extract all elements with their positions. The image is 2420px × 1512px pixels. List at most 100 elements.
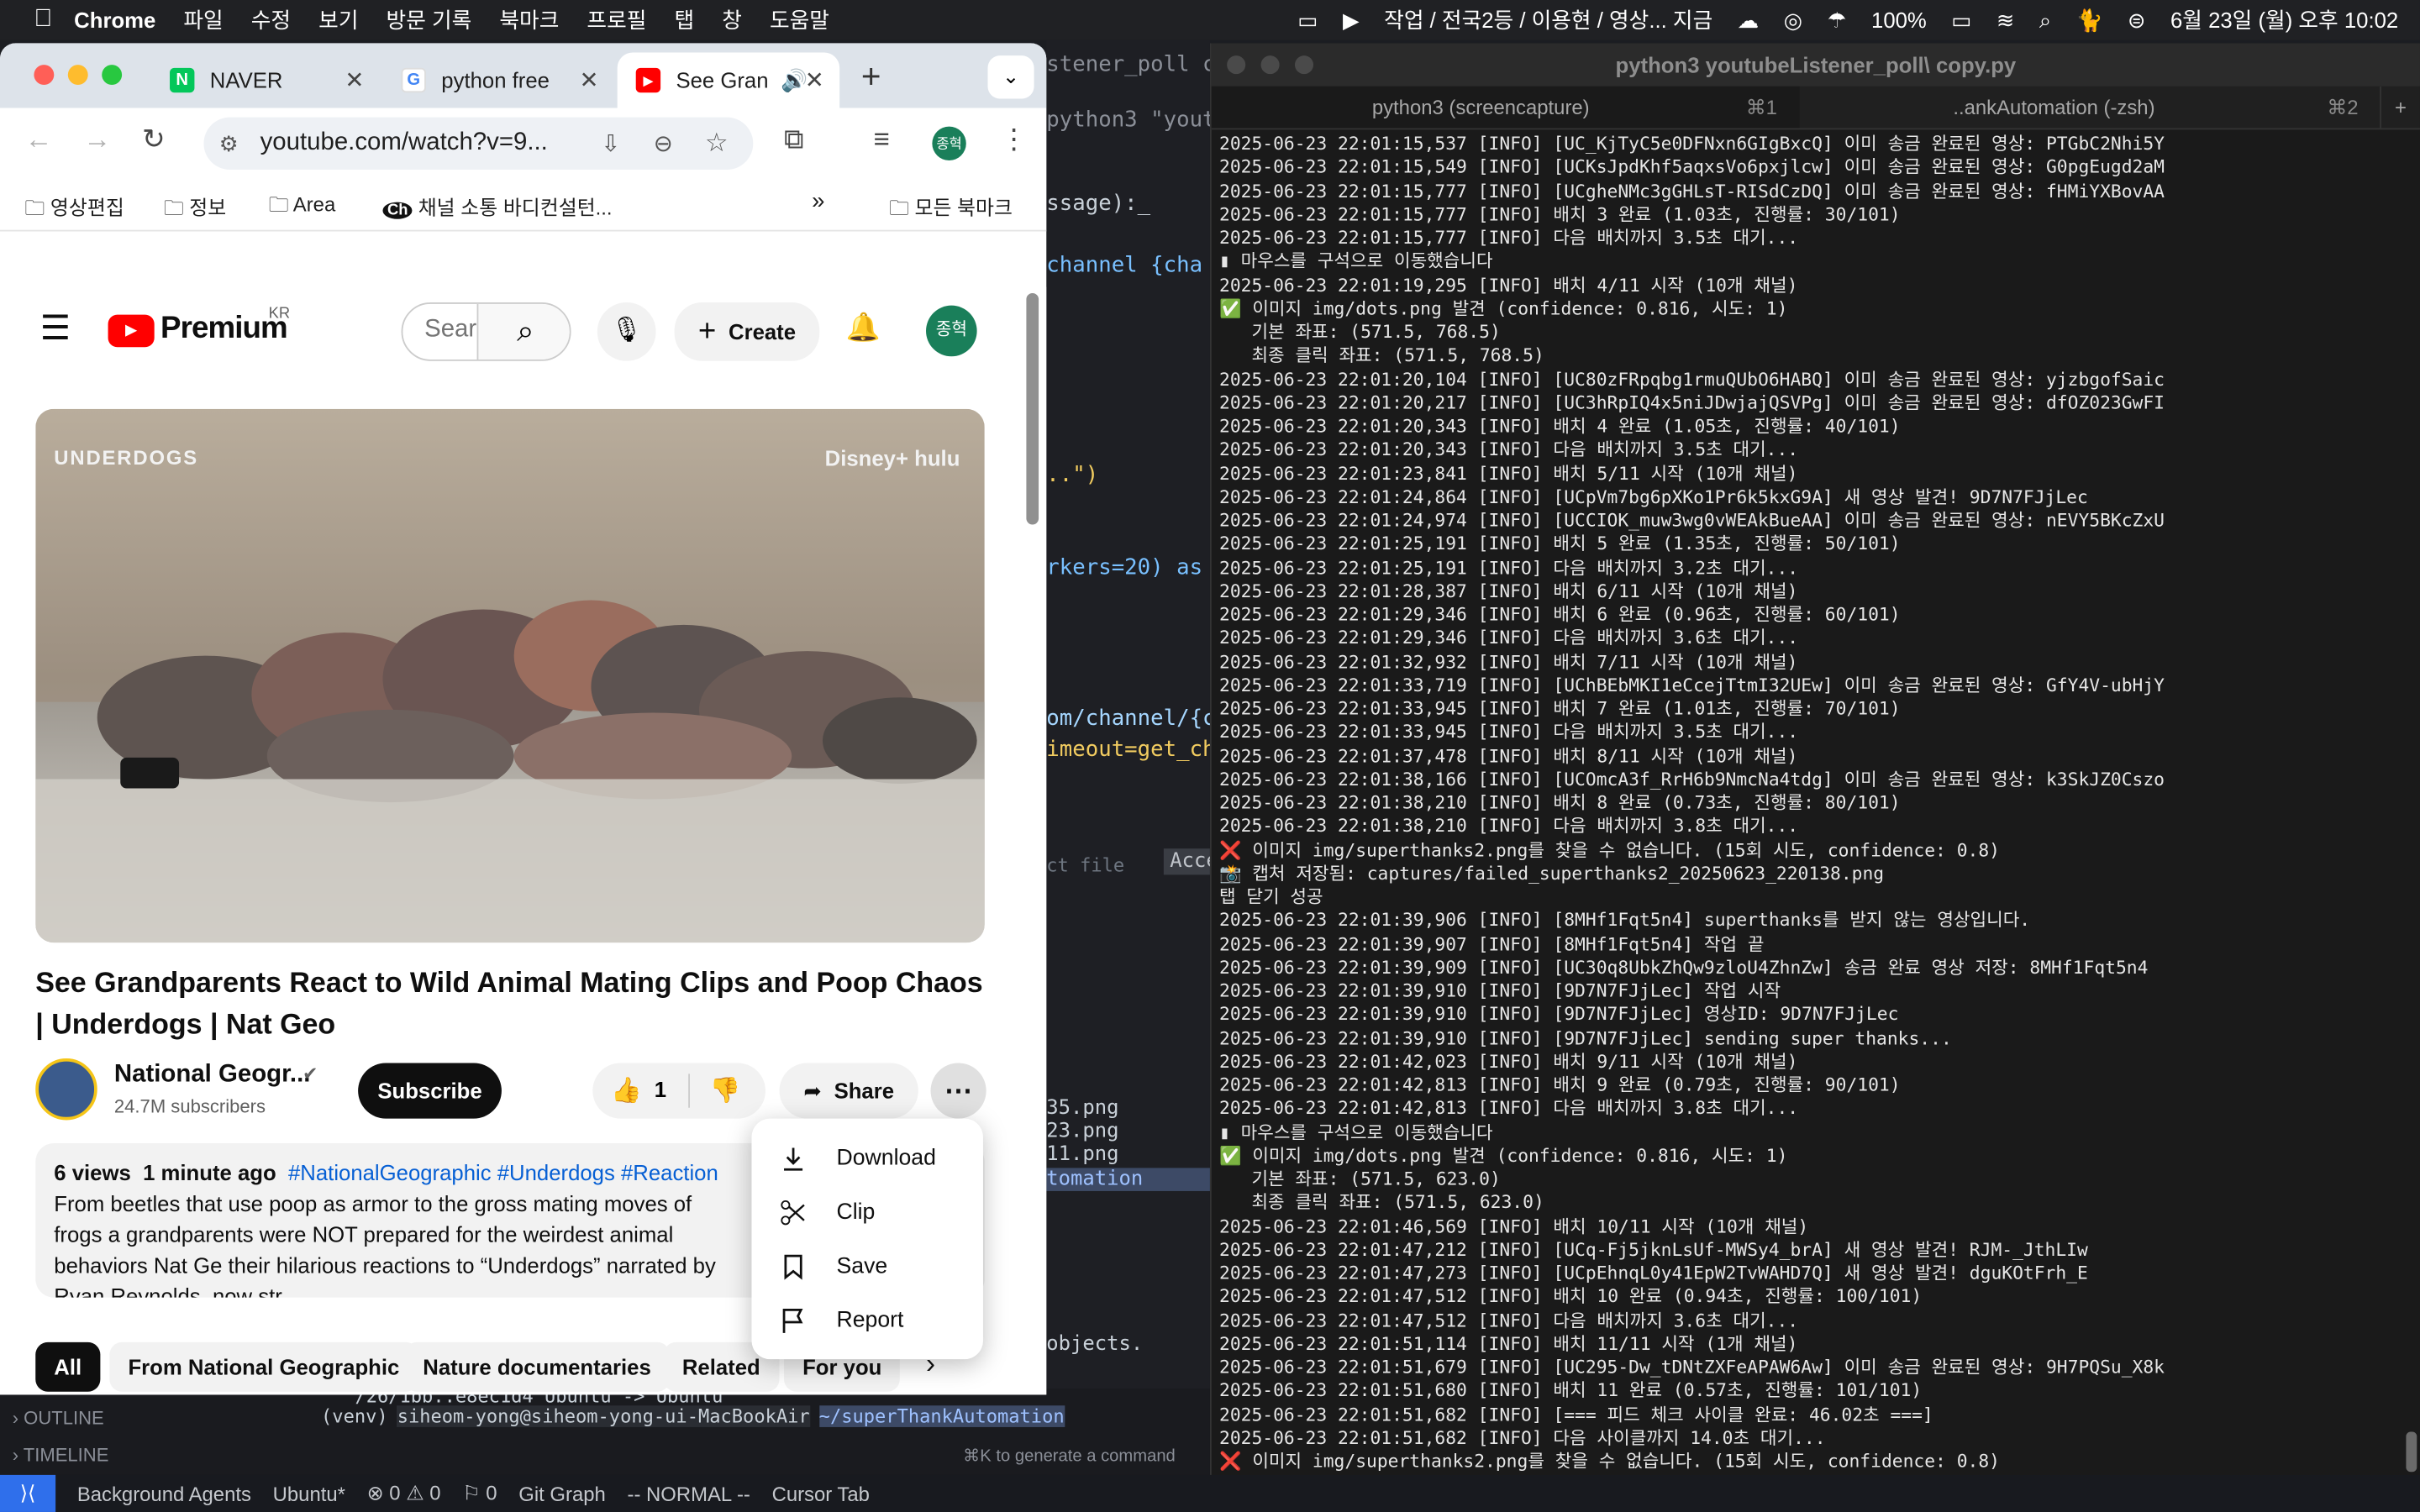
close-icon[interactable] xyxy=(1227,55,1246,75)
like-icon[interactable]: 👍 xyxy=(611,1075,642,1106)
airdrop-icon[interactable]: ◎ xyxy=(1784,7,1802,33)
close-tab-icon[interactable]: ✕ xyxy=(580,66,599,94)
status-background-agents[interactable]: Background Agents xyxy=(77,1482,251,1505)
bookmark-folder-all[interactable]: 🗀 모든 북마크 xyxy=(889,192,1013,228)
user-avatar[interactable]: 종혁 xyxy=(926,305,977,357)
video-player[interactable]: UNDERDOGS Disney+ hulu xyxy=(35,408,985,943)
hamburger-menu-icon[interactable]: ☰ xyxy=(40,308,71,349)
subscribe-button[interactable]: Subscribe xyxy=(358,1063,502,1119)
menu-history[interactable]: 방문 기록 xyxy=(387,5,472,36)
close-tab-icon[interactable]: ✕ xyxy=(805,66,824,94)
menu-edit[interactable]: 수정 xyxy=(251,5,291,36)
speaker-icon[interactable]: 🔊 xyxy=(781,67,808,93)
new-tab-icon[interactable]: + xyxy=(2380,86,2420,129)
profile-avatar[interactable]: 종혁 xyxy=(932,126,966,161)
menu-app[interactable]: Chrome xyxy=(74,8,155,32)
menu-item-clip[interactable]: Clip xyxy=(751,1185,983,1239)
tab-search-icon[interactable]: ⌄ xyxy=(987,55,1034,99)
menu-bookmarks[interactable]: 북마크 xyxy=(499,5,559,36)
menu-item-report[interactable]: Report xyxy=(751,1293,983,1347)
bookmark-star-icon[interactable]: ☆ xyxy=(705,128,729,159)
bookmark-folder[interactable]: 🗀 정보 xyxy=(164,192,226,228)
channel-name[interactable]: National Geogr... xyxy=(114,1062,311,1089)
menu-view[interactable]: 보기 xyxy=(318,5,358,36)
terminal-tab-2[interactable]: ..ankAutomation (-zsh) ⌘2 xyxy=(1799,87,2381,129)
chip-all[interactable]: All xyxy=(35,1341,101,1392)
menu-item-download[interactable]: Download xyxy=(751,1131,983,1184)
search-icon[interactable]: ⌕ xyxy=(2039,7,2051,33)
outline-section[interactable]: › OUTLINE xyxy=(13,1407,104,1429)
extensions-icon[interactable]: ⧉ xyxy=(784,123,804,156)
close-tab-icon[interactable]: ✕ xyxy=(345,66,364,94)
youtube-logo-icon[interactable]: ▶ xyxy=(108,314,155,348)
status-problems[interactable]: ⊗ 0 ⚠ 0 xyxy=(367,1481,441,1505)
menu-tab[interactable]: 탭 xyxy=(674,5,694,36)
play-icon[interactable]: ▶ xyxy=(1343,7,1360,33)
menu-help[interactable]: 도움말 xyxy=(770,5,829,36)
cloud-icon[interactable]: ☁ xyxy=(1738,7,1760,33)
menu-profile[interactable]: 프로필 xyxy=(587,5,646,36)
more-actions-icon[interactable]: ⋯ xyxy=(930,1063,986,1119)
search-icon[interactable]: ⌕ xyxy=(476,303,570,360)
menu-item-save[interactable]: Save xyxy=(751,1239,983,1293)
accept-button[interactable]: Acce xyxy=(1163,848,1210,875)
now-playing[interactable]: 작업 / 전국2등 / 이용현 / 영상... 지금 xyxy=(1384,5,1712,36)
terminal-line: 2025-06-23 22:01:38,210 [INFO] 다음 배치까지 3… xyxy=(1218,815,1799,837)
chip-channel[interactable]: From National Geographic xyxy=(109,1341,418,1392)
chip-nature[interactable]: Nature documentaries xyxy=(404,1341,670,1392)
minimize-icon[interactable] xyxy=(67,65,88,86)
minimize-icon[interactable] xyxy=(1260,55,1280,75)
timeline-section[interactable]: › TIMELINE xyxy=(13,1444,109,1466)
address-bar[interactable]: ⚙ youtube.com/watch?v=9... ⇩ ⊖ ☆ xyxy=(203,117,754,171)
share-button[interactable]: ➦ Share xyxy=(779,1063,918,1119)
bookmark-folder[interactable]: 🗀 Area xyxy=(269,192,336,225)
menu-file[interactable]: 파일 xyxy=(183,5,223,36)
site-info-icon[interactable]: ⚙ xyxy=(219,130,239,156)
menu-clock[interactable]: 6월 23일 (월) 오후 10:02 xyxy=(2170,5,2398,36)
bookmark-folder[interactable]: 🗀 영상편집 xyxy=(24,192,124,228)
weather-icon[interactable]: ☂ xyxy=(1828,7,1847,33)
url-text[interactable]: youtube.com/watch?v=9... xyxy=(260,129,548,157)
more-menu-icon[interactable]: ⋮ xyxy=(1000,123,1028,156)
remote-icon[interactable]: ⟩⟨ xyxy=(0,1474,56,1512)
channel-avatar[interactable] xyxy=(35,1058,97,1121)
reload-icon[interactable]: ↻ xyxy=(142,123,166,156)
back-icon[interactable]: ← xyxy=(24,123,52,156)
like-count[interactable]: 1 xyxy=(655,1077,666,1101)
close-icon[interactable] xyxy=(34,65,55,86)
tab-youtube[interactable]: ▶ See Gran 🔊 ✕ xyxy=(617,52,840,108)
zoom-icon[interactable] xyxy=(1294,55,1314,75)
install-icon[interactable]: ⇩ xyxy=(601,129,620,157)
control-center-icon[interactable]: ⊜ xyxy=(2128,7,2146,33)
status-git-graph[interactable]: Git Graph xyxy=(518,1482,606,1505)
microphone-icon[interactable]: 🎙 xyxy=(597,302,656,361)
dislike-icon[interactable]: 👎 xyxy=(710,1075,741,1106)
terminal-scrollbar[interactable] xyxy=(2406,1431,2417,1473)
battery-icon[interactable]: ▭ xyxy=(1951,7,1971,33)
new-tab-icon[interactable]: + xyxy=(861,57,881,97)
zoom-out-icon[interactable]: ⊖ xyxy=(654,129,673,157)
status-branch[interactable]: Ubuntu* xyxy=(273,1482,345,1505)
hashtags[interactable]: #NationalGeographic #Underdogs #Reaction xyxy=(288,1160,718,1184)
status-ports[interactable]: ⚐ 0 xyxy=(462,1481,497,1505)
bookmark-link[interactable]: Ch 채널 소통 바디컨설턴... xyxy=(382,192,613,221)
tab-google[interactable]: G python free ✕ xyxy=(383,52,615,108)
screen-mirror-icon[interactable]: ▭ xyxy=(1297,7,1318,33)
status-cursor-tab[interactable]: Cursor Tab xyxy=(772,1482,870,1505)
zoom-icon[interactable] xyxy=(102,65,123,86)
page-scrollbar[interactable] xyxy=(1026,292,1039,525)
menu-window[interactable]: 창 xyxy=(722,5,742,36)
terminal-tab-1[interactable]: python3 (screencapture) ⌘1 xyxy=(1211,86,1799,129)
tab-naver[interactable]: N NAVER ✕ xyxy=(151,52,380,108)
wifi-icon[interactable]: ≋ xyxy=(1996,7,2015,33)
forward-icon[interactable]: → xyxy=(83,123,111,156)
editor-tab-path[interactable]: stener_poll copy.p xyxy=(1046,52,1210,76)
media-control-icon[interactable]: ≡ xyxy=(874,123,890,156)
notifications-bell-icon[interactable]: 🔔 xyxy=(846,312,881,344)
overflow-chevron-icon[interactable]: » xyxy=(812,188,824,214)
apple-icon[interactable]:  xyxy=(34,6,52,34)
search-input[interactable] xyxy=(424,316,477,344)
cat-icon[interactable]: 🐈 xyxy=(2076,7,2103,33)
terminal-output[interactable]: 2025-06-23 22:01:15,537 [INFO] [UC_KjTyC… xyxy=(1212,129,2420,1472)
create-button[interactable]: + Create xyxy=(674,302,820,361)
